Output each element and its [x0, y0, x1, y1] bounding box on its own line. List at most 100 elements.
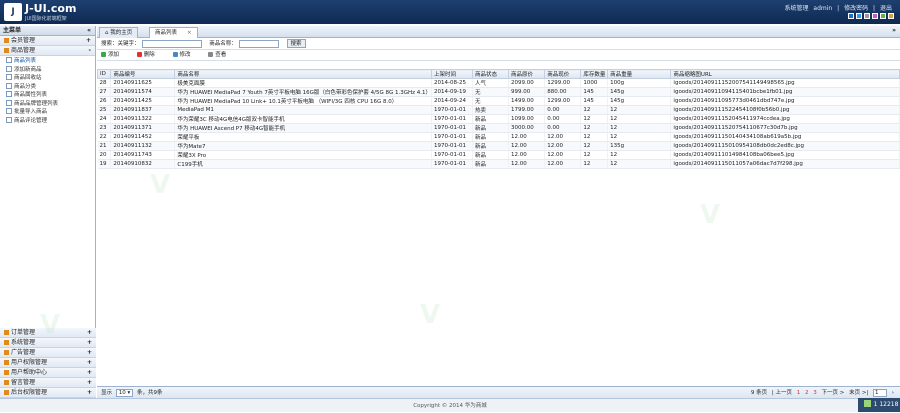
table-cell: 12 [580, 150, 609, 160]
tree-item[interactable]: 商品品牌管理列表 [6, 100, 95, 109]
folder-icon [4, 370, 9, 375]
table-header-row: ID 商品编号 商品名称 上架时间 商品状态 商品原价 商品现价 库存数量 商品… [96, 69, 900, 79]
table-cell: 1970-01-01 [431, 150, 473, 160]
sidebar-section-products[interactable]: 商品管理 - [0, 46, 95, 56]
theme-swatch[interactable] [856, 13, 862, 19]
sidebar-section[interactable]: 订单管理 + [0, 328, 96, 338]
sidebar-section[interactable]: 后台权限管理 + [0, 388, 96, 398]
table-cell: 2014-08-25 [431, 78, 473, 88]
folder-icon [4, 340, 9, 345]
table-cell: 0.00 [544, 123, 582, 133]
column-header[interactable]: 商品状态 [471, 69, 510, 79]
toolbar: 添加 删除 修改 查看 [97, 50, 900, 61]
tree-item[interactable]: 商品属性列表 [6, 91, 95, 100]
delete-button[interactable]: 删除 [136, 52, 163, 58]
sidebar-section[interactable]: 用户帮助中心 + [0, 368, 96, 378]
tab-product-list[interactable]: 商品列表 × [149, 27, 198, 38]
page-size-select[interactable]: 10 ▾ [115, 389, 134, 397]
theme-swatch[interactable] [880, 13, 886, 19]
expand-icon[interactable]: + [87, 328, 92, 338]
table-cell: 12 [607, 159, 672, 169]
folder-icon [4, 360, 9, 365]
tab-bar: ⌂ 我的主页 商品列表 × » [97, 26, 900, 38]
table-cell: 0.00 [544, 105, 582, 115]
keyword-input[interactable] [141, 39, 202, 48]
sidebar-section-members[interactable]: 会员管理 + [0, 36, 95, 46]
copyright-text: Copyright © 2014 华为商城 [413, 403, 487, 409]
column-header[interactable]: 商品编号 [110, 69, 176, 79]
table-cell: 12.00 [508, 159, 546, 169]
table-cell: 12.00 [508, 141, 546, 151]
theme-swatch[interactable] [872, 13, 878, 19]
collapse-icon[interactable]: - [89, 46, 92, 56]
search-button[interactable]: 搜索 [286, 39, 306, 48]
add-button[interactable]: 添加 [101, 52, 127, 58]
theme-swatch[interactable] [864, 13, 870, 19]
main-panel: ⌂ 我的主页 商品列表 × » 搜索：关键字： 商品名称： 搜索 添加 删除 修改… [96, 26, 900, 398]
sidebar-section[interactable]: 留言管理 + [0, 378, 96, 388]
view-button[interactable]: 查看 [208, 52, 234, 58]
last-page-link[interactable]: 末页 >| [849, 390, 868, 396]
table-row[interactable]: 22 20140911452 荣耀平板 1970-01-01 新品 12.00 12.00 1… [97, 132, 900, 142]
sidebar-section[interactable]: 广告管理 + [0, 348, 96, 358]
table-row[interactable]: 19 20140910832 C199手机 1970-01-01 新品 12.00 12.0… [97, 159, 900, 169]
column-header[interactable]: 商品现价 [544, 69, 582, 79]
table-cell: 20140910832 [110, 159, 176, 169]
system-link[interactable]: 系统管理 [784, 5, 808, 12]
tree-item[interactable]: 商品回收站 [6, 74, 95, 83]
logout-link[interactable]: 退出 [880, 5, 892, 12]
column-header[interactable]: 上架时间 [431, 69, 473, 79]
column-header[interactable]: 商品名称 [174, 69, 433, 79]
tree-item[interactable]: 商品列表 [6, 57, 95, 66]
table-row[interactable]: 20 20140911743 荣耀3X Pro 1970-01-01 新品 12.00 12… [97, 150, 900, 160]
table-row[interactable]: 27 20140911574 华为 HUAWEI MediaPad 7 Youth … [97, 87, 900, 97]
sidebar-section[interactable]: 系统管理 + [0, 338, 96, 348]
username-link[interactable]: admin [813, 5, 832, 12]
folder-icon [4, 38, 9, 43]
table-row[interactable]: 26 20140911425 华为 HUAWEI MediaPad 10 Link+… [97, 96, 900, 106]
change-password-link[interactable]: 修改密码 [844, 5, 868, 12]
expand-icon[interactable]: + [87, 358, 92, 368]
page-link[interactable]: 3 [813, 390, 817, 396]
prev-page-link[interactable]: | 上一页 [772, 390, 792, 396]
theme-swatch[interactable] [848, 13, 854, 19]
edit-button[interactable]: 修改 [172, 52, 199, 58]
table-row[interactable]: 28 20140911625 极美克面膜 2014-08-25 人气 2099.00 129… [97, 78, 900, 88]
tree-item[interactable]: 批量导入商品 [6, 108, 95, 117]
page-link[interactable]: 2 [805, 390, 809, 396]
brand-subtitle: JUI国际化前端框架 [25, 16, 67, 22]
expand-icon[interactable]: + [86, 36, 91, 46]
collapse-sidebar-icon[interactable]: « [87, 26, 91, 36]
product-name-input[interactable] [238, 39, 279, 48]
expand-icon[interactable]: + [87, 388, 92, 398]
table-cell: 2014-09-19 [431, 87, 473, 97]
page-link[interactable]: 1 [797, 390, 801, 396]
delete-icon [136, 52, 142, 57]
expand-icon[interactable]: + [87, 338, 92, 348]
brand-name: J-UI.com [25, 2, 77, 15]
tree-item[interactable]: 添加新商品 [6, 66, 95, 75]
column-header[interactable]: ID [96, 69, 112, 79]
sidebar-section[interactable]: 用户权限管理 + [0, 358, 96, 368]
close-tab-icon[interactable]: × [187, 30, 192, 36]
table-row[interactable]: 23 20140911371 华为 HUAWEI Ascend P7 移动4G智能手… [97, 123, 900, 133]
column-header[interactable]: 商品重量 [607, 69, 672, 79]
table-row[interactable]: 25 20140911837 MediaPad M1 1970-01-01 热卖 1799… [97, 105, 900, 115]
next-page-link[interactable]: 下一页 > [821, 390, 844, 396]
table-cell: 20140911574 [110, 87, 176, 97]
tree-item[interactable]: 商品评论管理 [6, 117, 95, 126]
table-row[interactable]: 21 20140911132 华为Mate7 1970-01-01 新品 12.00 12.… [97, 141, 900, 151]
expand-icon[interactable]: + [87, 348, 92, 358]
table-row[interactable]: 24 20140911322 华为荣耀3C 移动4G电信4G版双卡智能手机 1970-… [97, 114, 900, 124]
tree-item[interactable]: 商品分类 [6, 83, 95, 92]
column-header[interactable]: 库存数量 [580, 69, 609, 79]
expand-icon[interactable]: + [87, 368, 92, 378]
expand-icon[interactable]: + [87, 378, 92, 388]
column-header[interactable]: 商品缩略图URL [670, 69, 900, 79]
goto-page-button[interactable]: › [892, 390, 894, 396]
tab-menu-icon[interactable]: » [892, 27, 896, 34]
column-header[interactable]: 商品原价 [508, 69, 546, 79]
theme-swatch[interactable] [888, 13, 894, 19]
tab-home[interactable]: ⌂ 我的主页 [99, 27, 139, 38]
goto-page-input[interactable]: 1 [873, 388, 888, 397]
